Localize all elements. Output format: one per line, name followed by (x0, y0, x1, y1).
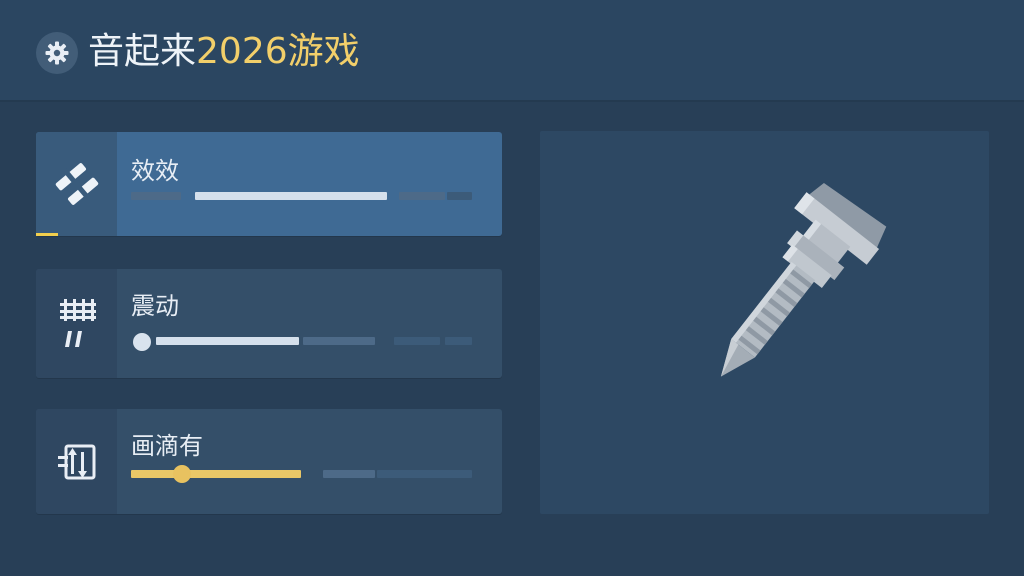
setting-label: 画滴有 (131, 432, 203, 460)
screw-icon (720, 183, 887, 377)
display-adjust-icon (57, 444, 95, 479)
setting-row-vibration[interactable]: 震动 (36, 269, 502, 378)
title-main-text: 音起来 (88, 31, 197, 72)
slider-knob[interactable] (133, 333, 151, 351)
setting-icon-box (36, 132, 117, 236)
setting-row-display[interactable]: 画滴有 (36, 409, 502, 514)
setting-icon-box (36, 269, 117, 378)
selection-indicator (36, 233, 58, 236)
vibration-grid-icon (59, 298, 96, 347)
slider-knob[interactable] (173, 465, 191, 483)
gear-icon (45, 41, 69, 65)
settings-button[interactable] (36, 32, 78, 74)
setting-label: 震动 (131, 292, 179, 320)
haptic-effect-icon (55, 163, 98, 205)
page-title: 音起来2026游戏 (88, 28, 360, 76)
title-accent-text: 2026游戏 (196, 31, 360, 72)
preview-panel (540, 131, 989, 514)
setting-label: 效效 (131, 157, 179, 185)
setting-icon-box (36, 409, 117, 514)
header-bar: 音起来2026游戏 (0, 0, 1024, 100)
setting-row-effects[interactable]: 效效 (36, 132, 502, 236)
